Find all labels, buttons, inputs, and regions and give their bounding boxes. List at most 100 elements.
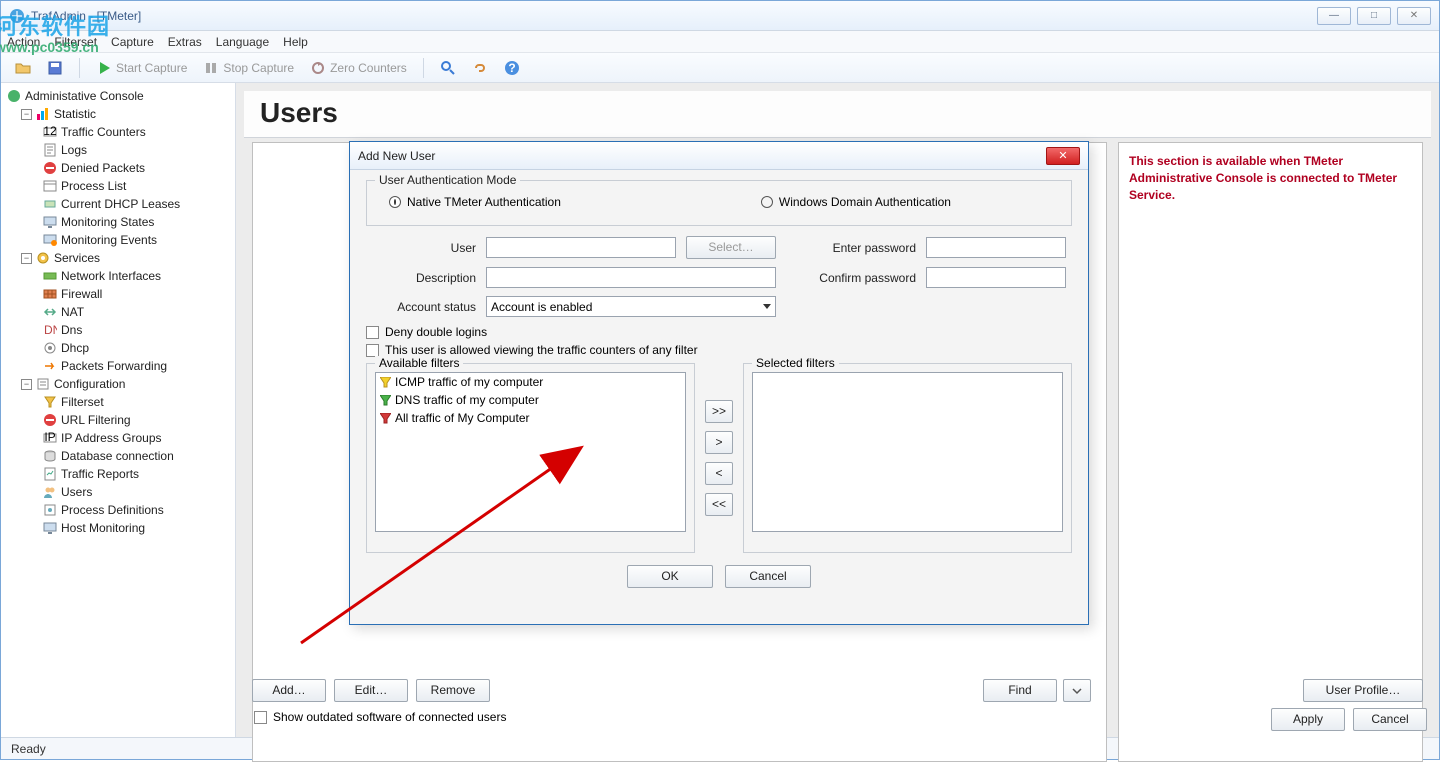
tree-database[interactable]: Database connection	[3, 447, 233, 465]
menu-extras[interactable]: Extras	[168, 35, 202, 49]
description-input[interactable]	[486, 267, 776, 288]
apply-button[interactable]: Apply	[1271, 708, 1345, 731]
dialog-titlebar: Add New User ✕	[350, 142, 1088, 170]
menu-language[interactable]: Language	[216, 35, 269, 49]
forward-icon	[43, 359, 57, 373]
window-title: TrafAdmin - [TMeter]	[31, 9, 141, 23]
available-filters-list[interactable]: ICMP traffic of my computer DNS traffic …	[375, 372, 686, 532]
find-button[interactable]: Find	[983, 679, 1057, 702]
close-button[interactable]: ✕	[1397, 7, 1431, 25]
tree-services[interactable]: −Services	[3, 249, 233, 267]
tree-nat[interactable]: NAT	[3, 303, 233, 321]
remove-one-button[interactable]: <	[705, 462, 733, 485]
tree-users[interactable]: Users	[3, 483, 233, 501]
start-capture-button[interactable]: Start Capture	[90, 58, 193, 78]
tree-monitoring-states[interactable]: Monitoring States	[3, 213, 233, 231]
enter-password-input[interactable]	[926, 237, 1066, 258]
radio-domain[interactable]: Windows Domain Authentication	[761, 195, 951, 209]
tree-traffic-reports[interactable]: Traffic Reports	[3, 465, 233, 483]
user-profile-button[interactable]: User Profile…	[1303, 679, 1423, 702]
radio-dot-icon	[389, 196, 401, 208]
zero-counters-button[interactable]: Zero Counters	[304, 58, 413, 78]
filter-item[interactable]: All traffic of My Computer	[376, 409, 685, 427]
search-tool-button[interactable]	[434, 58, 462, 78]
user-input[interactable]	[486, 237, 676, 258]
help-tool-button[interactable]: ?	[498, 58, 526, 78]
tree-statistic[interactable]: −Statistic	[3, 105, 233, 123]
maximize-button[interactable]: □	[1357, 7, 1391, 25]
radio-native-label: Native TMeter Authentication	[407, 195, 561, 209]
remove-button[interactable]: Remove	[416, 679, 490, 702]
tree-monitoring-events[interactable]: Monitoring Events	[3, 231, 233, 249]
add-one-button[interactable]: >	[705, 431, 733, 454]
menu-action[interactable]: Action	[7, 35, 40, 49]
tree-traffic-counters[interactable]: 12Traffic Counters	[3, 123, 233, 141]
enter-password-label: Enter password	[786, 241, 916, 255]
collapse-icon[interactable]: −	[21, 253, 32, 264]
outdated-checkbox[interactable]	[254, 711, 267, 724]
list-buttons: Add… Edit… Remove	[252, 679, 1107, 702]
find-next-button[interactable]	[1063, 679, 1091, 702]
tree-url-filtering[interactable]: URL Filtering	[3, 411, 233, 429]
outdated-label: Show outdated software of connected user…	[273, 710, 506, 724]
tree-item-label: Monitoring Events	[61, 233, 157, 247]
add-button[interactable]: Add…	[252, 679, 326, 702]
svg-text:?: ?	[508, 61, 515, 75]
link-tool-button[interactable]	[466, 58, 494, 78]
tree-item-label: Network Interfaces	[61, 269, 161, 283]
deny-logins-checkbox[interactable]	[366, 326, 379, 339]
ip-icon: IP	[43, 431, 57, 445]
toolbar: Start Capture Stop Capture Zero Counters…	[1, 53, 1439, 83]
tree-item-label: Firewall	[61, 287, 102, 301]
view-all-checkbox[interactable]	[366, 344, 379, 357]
dialog-cancel-button[interactable]: Cancel	[725, 565, 811, 588]
filter-item-label: All traffic of My Computer	[395, 411, 529, 425]
auth-radio-row: Native TMeter Authentication Windows Dom…	[379, 191, 1059, 213]
menu-filterset[interactable]: Filterset	[54, 35, 97, 49]
tree-process-list[interactable]: Process List	[3, 177, 233, 195]
tree-ip-groups[interactable]: IPIP Address Groups	[3, 429, 233, 447]
select-user-button[interactable]: Select…	[686, 236, 776, 259]
tree-configuration[interactable]: −Configuration	[3, 375, 233, 393]
open-button[interactable]	[9, 58, 37, 78]
dialog-close-button[interactable]: ✕	[1046, 147, 1080, 165]
tree-packets-forwarding[interactable]: Packets Forwarding	[3, 357, 233, 375]
process-icon	[43, 179, 57, 193]
tree-denied-packets[interactable]: Denied Packets	[3, 159, 233, 177]
collapse-icon[interactable]: −	[21, 109, 32, 120]
filter-item[interactable]: ICMP traffic of my computer	[376, 373, 685, 391]
tree-logs[interactable]: Logs	[3, 141, 233, 159]
user-label: User	[366, 241, 476, 255]
add-all-button[interactable]: >>	[705, 400, 733, 423]
tree-dhcp[interactable]: Dhcp	[3, 339, 233, 357]
menu-capture[interactable]: Capture	[111, 35, 154, 49]
selected-filters-list[interactable]	[752, 372, 1063, 532]
tree-dns[interactable]: DNSDns	[3, 321, 233, 339]
account-status-value: Account is enabled	[491, 300, 592, 314]
collapse-icon[interactable]: −	[21, 379, 32, 390]
tree-item-label: Current DHCP Leases	[61, 197, 180, 211]
account-status-select[interactable]: Account is enabled	[486, 296, 776, 317]
save-button[interactable]	[41, 58, 69, 78]
minimize-button[interactable]: —	[1317, 7, 1351, 25]
tree-process-defs[interactable]: Process Definitions	[3, 501, 233, 519]
tree-network-interfaces[interactable]: Network Interfaces	[3, 267, 233, 285]
tree-item-label: Monitoring States	[61, 215, 154, 229]
edit-button[interactable]: Edit…	[334, 679, 408, 702]
confirm-password-input[interactable]	[926, 267, 1066, 288]
tree-firewall[interactable]: Firewall	[3, 285, 233, 303]
tree-filterset[interactable]: Filterset	[3, 393, 233, 411]
radio-native[interactable]: Native TMeter Authentication	[389, 195, 561, 209]
remove-all-button[interactable]: <<	[705, 493, 733, 516]
filter-item[interactable]: DNS traffic of my computer	[376, 391, 685, 409]
menu-help[interactable]: Help	[283, 35, 308, 49]
tree-host-monitoring[interactable]: Host Monitoring	[3, 519, 233, 537]
tree-root[interactable]: Administative Console	[3, 87, 233, 105]
stop-capture-button[interactable]: Stop Capture	[197, 58, 300, 78]
info-panel: This section is available when TMeter Ad…	[1118, 142, 1423, 762]
tree-dhcp-leases[interactable]: Current DHCP Leases	[3, 195, 233, 213]
ok-button[interactable]: OK	[627, 565, 713, 588]
page-cancel-button[interactable]: Cancel	[1353, 708, 1427, 731]
firewall-icon	[43, 287, 57, 301]
filter-item-label: DNS traffic of my computer	[395, 393, 539, 407]
